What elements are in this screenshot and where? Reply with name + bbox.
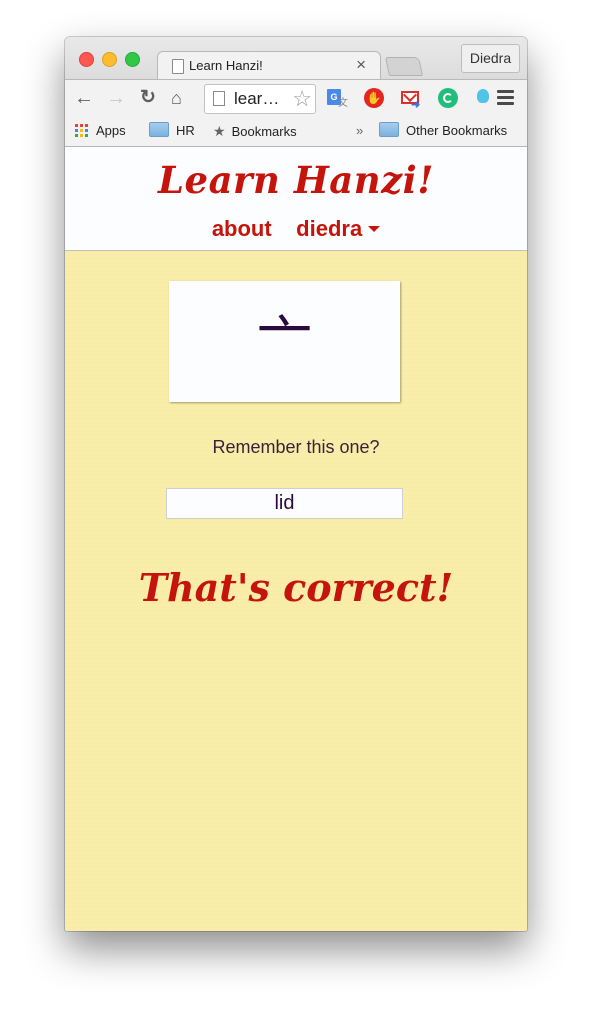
window-minimize-button[interactable] <box>102 52 117 67</box>
profile-button[interactable]: Diedra <box>461 44 520 73</box>
lamp-icon[interactable] <box>474 88 494 108</box>
chrome-menu-icon[interactable] <box>497 90 514 108</box>
gmail-checker-icon[interactable]: ➜ <box>401 88 421 111</box>
user-menu-dropdown[interactable]: diedra <box>296 216 381 242</box>
page-icon <box>213 91 225 106</box>
grammarly-icon[interactable] <box>438 88 458 108</box>
tab-close-icon[interactable]: × <box>356 55 366 75</box>
page-content: Learn Hanzi! about diedra 亠 Remember thi… <box>65 147 527 931</box>
google-translate-icon[interactable]: G文 <box>327 88 348 109</box>
forward-arrow-icon[interactable]: → <box>106 88 126 108</box>
apps-grid-icon <box>75 124 89 137</box>
site-header: Learn Hanzi! about diedra <box>65 147 527 251</box>
bookmark-folder-other[interactable]: Other Bookmarks <box>379 122 507 140</box>
bookmarks-bar: Apps HR ★ Bookmarks » Other Bookmarks <box>65 117 527 147</box>
flashcard: 亠 <box>169 281 400 402</box>
tab-strip: Learn Hanzi! × Diedra <box>65 37 527 82</box>
new-tab-button[interactable] <box>384 57 424 76</box>
browser-window: Learn Hanzi! × Diedra ← → ↻ ⌂ lear… ☆ G文… <box>65 37 527 931</box>
reload-icon[interactable]: ↻ <box>140 88 156 108</box>
caret-down-icon <box>368 226 381 232</box>
tab-learn-hanzi[interactable]: Learn Hanzi! × <box>157 51 381 82</box>
adblock-icon[interactable]: ✋ <box>364 88 384 108</box>
window-close-button[interactable] <box>79 52 94 67</box>
home-icon[interactable]: ⌂ <box>171 88 182 108</box>
folder-icon <box>149 122 169 137</box>
address-text[interactable]: lear… <box>234 89 279 109</box>
bookmarks-overflow-icon[interactable]: » <box>356 122 363 140</box>
tab-title: Learn Hanzi! <box>189 58 263 73</box>
folder-icon <box>379 122 399 137</box>
bookmark-hr-label: HR <box>176 123 195 138</box>
nav-about-link[interactable]: about <box>212 216 272 242</box>
bookmark-folder-hr[interactable]: HR <box>149 122 195 140</box>
hanzi-character: 亠 <box>256 310 313 375</box>
bookmark-apps-label: Apps <box>96 123 126 138</box>
answer-input[interactable]: lid <box>166 488 403 519</box>
browser-toolbar: ← → ↻ ⌂ lear… ☆ G文 ✋ ➜ <box>65 79 527 118</box>
bookmark-bookmarks[interactable]: ★ Bookmarks <box>213 122 297 140</box>
bookmark-apps[interactable]: Apps <box>75 122 126 140</box>
prompt-text: Remember this one? <box>212 437 380 457</box>
site-title[interactable]: Learn Hanzi! <box>65 158 527 202</box>
address-bar[interactable]: lear… ☆ <box>204 84 316 114</box>
site-nav: about diedra <box>65 216 527 242</box>
star-icon: ★ <box>213 123 226 139</box>
bookmark-star-icon[interactable]: ☆ <box>292 86 312 112</box>
bookmark-bookmarks-label: Bookmarks <box>231 124 297 139</box>
window-maximize-button[interactable] <box>125 52 140 67</box>
page-icon <box>172 59 184 74</box>
bookmark-other-label: Other Bookmarks <box>406 123 508 138</box>
user-menu-label: diedra <box>296 216 363 241</box>
result-message: That's correct! <box>138 565 454 610</box>
back-arrow-icon[interactable]: ← <box>74 88 94 108</box>
